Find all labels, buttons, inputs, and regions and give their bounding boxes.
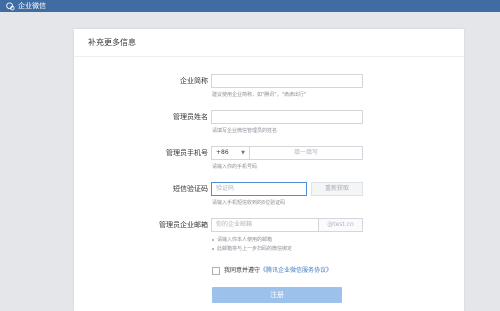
sms-code-label: 短信验证码 <box>173 185 208 193</box>
bullet-icon <box>212 238 214 241</box>
agreement-prefix: 我同意并遵守 <box>224 267 261 274</box>
agreement-text: 我同意并遵守《腾讯企业微信服务协议》 <box>224 265 332 274</box>
email-label: 管理员企业邮箱 <box>159 221 208 229</box>
email-hint-1-text: 请输入你本人使用的邮箱 <box>217 237 273 243</box>
company-name-label: 企业简称 <box>180 77 208 85</box>
wecom-logo-icon <box>6 1 15 10</box>
company-name-hint: 建议使用企业简称，如"腾讯"，"滴滴出行" <box>212 92 307 98</box>
sms-code-hint: 请输入手机短信收到的6位验证码 <box>212 200 286 206</box>
agreement-checkbox[interactable] <box>212 267 220 275</box>
register-button[interactable]: 注册 <box>212 287 342 303</box>
email-hint-2-text: 此邮箱将与上一步扫码的微信绑定 <box>217 246 293 252</box>
email-input[interactable]: 你的企业邮箱 <box>211 218 319 232</box>
email-hint-1: 请输入你本人使用的邮箱 <box>212 236 272 243</box>
resend-code-button[interactable]: 重新获取 <box>311 182 363 196</box>
phone-label: 管理员手机号 <box>166 149 208 157</box>
country-code-value: +86 <box>216 149 229 156</box>
email-domain-suffix: @test.cn <box>319 218 363 232</box>
service-agreement-link[interactable]: 《腾讯企业微信服务协议》 <box>260 267 332 274</box>
phone-input-group: +86 ▼ 填一填写 <box>211 146 363 160</box>
country-code-select[interactable]: +86 ▼ <box>212 147 250 159</box>
sms-code-input[interactable]: 验证码 <box>211 182 307 196</box>
admin-name-input[interactable] <box>211 110 363 124</box>
registration-card: 补充更多信息 企业简称 建议使用企业简称，如"腾讯"，"滴滴出行" 管理员姓名 … <box>74 29 464 311</box>
brand-name: 企业微信 <box>18 2 46 10</box>
admin-name-hint: 请填写企业微信管理员的姓名 <box>212 128 278 134</box>
title-divider <box>74 56 464 57</box>
page-title: 补充更多信息 <box>88 38 136 47</box>
phone-number-input[interactable]: 填一填写 <box>256 147 356 159</box>
phone-hint: 请输入你的手机号码 <box>212 164 258 170</box>
top-bar: 企业微信 <box>0 0 500 12</box>
email-hint-2: 此邮箱将与上一步扫码的微信绑定 <box>212 245 292 252</box>
admin-name-label: 管理员姓名 <box>173 113 208 121</box>
brand[interactable]: 企业微信 <box>6 0 46 12</box>
chevron-down-icon: ▼ <box>241 150 245 156</box>
company-name-input[interactable] <box>211 74 363 88</box>
bullet-icon <box>212 247 214 250</box>
